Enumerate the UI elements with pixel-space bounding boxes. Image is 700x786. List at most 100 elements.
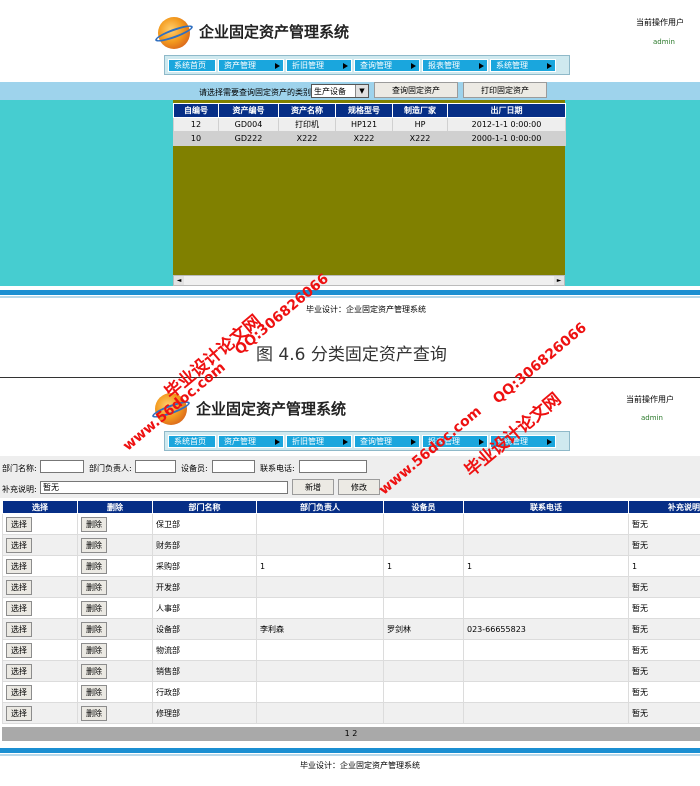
cell: 行政部 (152, 681, 257, 703)
delete-button[interactable]: 删除 (81, 537, 107, 553)
dept-head-input[interactable] (135, 460, 176, 473)
delete-button[interactable]: 删除 (81, 516, 107, 532)
select-button[interactable]: 选择 (6, 621, 32, 637)
cell (463, 660, 629, 682)
chevron-right-icon (275, 62, 280, 69)
nav-query[interactable]: 查询管理 (354, 58, 420, 72)
cell: 10 (173, 131, 219, 146)
footer-bar-light (0, 296, 700, 298)
nav-report[interactable]: 报表管理 (422, 58, 488, 72)
col-header: 资产名称 (278, 103, 336, 118)
select-button[interactable]: 选择 (6, 537, 32, 553)
phone-label: 联系电话: (260, 464, 295, 473)
table-row: 选择 删除 行政部 暂无 (2, 681, 700, 703)
delete-button[interactable]: 删除 (81, 579, 107, 595)
table-row: 10 GD222 X222 X222 X222 2000-1-1 0:00:00 (173, 131, 566, 146)
delete-button[interactable]: 删除 (81, 663, 107, 679)
select-button[interactable]: 选择 (6, 579, 32, 595)
table-row: 12 GD004 打印机 HP121 HP 2012-1-1 0:00:00 (173, 117, 566, 132)
app-title: 企业固定资产管理系统 (196, 400, 347, 418)
nav-asset[interactable]: 资产管理 (218, 58, 284, 72)
print-assets-button[interactable]: 打印固定资产 (463, 82, 547, 98)
dept-head-label: 部门负责人: (89, 464, 132, 473)
select-button[interactable]: 选择 (6, 705, 32, 721)
separator-line (0, 377, 700, 378)
cell (463, 534, 629, 556)
col-header: 部门负责人 (256, 500, 384, 514)
nav-system[interactable]: 系统管理 (490, 58, 556, 72)
cell: 销售部 (152, 660, 257, 682)
nav-asset[interactable]: 资产管理 (218, 434, 284, 448)
cell (256, 681, 384, 703)
cell (383, 534, 464, 556)
table-row: 选择 删除 保卫部 暂无 (2, 513, 700, 535)
cell (256, 660, 384, 682)
delete-button[interactable]: 删除 (81, 705, 107, 721)
watermark-text: 毕业设计论文网 (161, 311, 266, 404)
current-user-label: 当前操作用户 (626, 395, 674, 404)
current-user-label: 当前操作用户 (636, 18, 684, 27)
phone-input[interactable] (299, 460, 367, 473)
footer-bar-light (0, 754, 700, 756)
table-row: 选择 删除 修理部 暂无 (2, 702, 700, 724)
select-button[interactable]: 选择 (6, 600, 32, 616)
col-header: 删除 (77, 500, 153, 514)
modify-button[interactable]: 修改 (338, 479, 380, 495)
delete-button[interactable]: 删除 (81, 600, 107, 616)
nav-query[interactable]: 查询管理 (354, 434, 420, 448)
current-user-name: admin (653, 38, 675, 46)
nav-home[interactable]: 系统首页 (168, 58, 216, 72)
table-row: 选择 删除 财务部 暂无 (2, 534, 700, 556)
delete-button[interactable]: 删除 (81, 684, 107, 700)
col-header: 自编号 (173, 103, 219, 118)
cell (256, 702, 384, 724)
dept-name-input[interactable] (40, 460, 84, 473)
cell: 财务部 (152, 534, 257, 556)
cell: 2000-1-1 0:00:00 (447, 131, 566, 146)
pagination[interactable]: 1 2 (2, 727, 700, 741)
delete-button[interactable]: 删除 (81, 558, 107, 574)
cell (463, 702, 629, 724)
select-button[interactable]: 选择 (6, 663, 32, 679)
cell (463, 639, 629, 661)
col-header: 选择 (2, 500, 78, 514)
cell (383, 660, 464, 682)
chevron-right-icon (547, 62, 552, 69)
nav-home[interactable]: 系统首页 (168, 434, 216, 448)
table-header-row: 自编号 资产编号 资产名称 规格型号 制造厂家 出厂日期 (173, 103, 566, 118)
table-row: 选择 删除 设备部 李利森 罗剑林 023-66655823 暂无 (2, 618, 700, 640)
select-button[interactable]: 选择 (6, 558, 32, 574)
scroll-left-icon[interactable]: ◄ (174, 276, 184, 285)
nav-depreciation[interactable]: 折旧管理 (286, 58, 352, 72)
chevron-right-icon (411, 438, 416, 445)
main-nav: 系统首页 资产管理 折旧管理 查询管理 报表管理 系统管理 (164, 55, 570, 75)
cell: 罗剑林 (383, 618, 464, 640)
scroll-right-icon[interactable]: ► (554, 276, 564, 285)
cell: 暂无 (628, 576, 700, 598)
department-table: 选择 删除 部门名称 部门负责人 设备员 联系电话 补充说明 选择 删除 保卫部… (2, 500, 700, 724)
category-select[interactable]: 生产设备 ▼ (311, 84, 369, 98)
cell: 1 (383, 555, 464, 577)
horizontal-scrollbar[interactable]: ◄ ► (173, 275, 565, 286)
select-button[interactable]: 选择 (6, 684, 32, 700)
dept-name-label: 部门名称: (2, 464, 37, 473)
cell (383, 597, 464, 619)
cell: X222 (392, 131, 448, 146)
select-button[interactable]: 选择 (6, 642, 32, 658)
query-assets-button[interactable]: 查询固定资产 (374, 82, 458, 98)
cell: 采购部 (152, 555, 257, 577)
cell: 物流部 (152, 639, 257, 661)
cell: 李利森 (256, 618, 384, 640)
footer-bar (0, 748, 700, 753)
remark-input[interactable]: 暂无 (40, 481, 288, 494)
add-button[interactable]: 新增 (292, 479, 334, 495)
equipment-staff-input[interactable] (212, 460, 255, 473)
delete-button[interactable]: 删除 (81, 621, 107, 637)
nav-depreciation[interactable]: 折旧管理 (286, 434, 352, 448)
cell: 暂无 (628, 681, 700, 703)
col-header: 出厂日期 (447, 103, 566, 118)
select-button[interactable]: 选择 (6, 516, 32, 532)
category-label: 请选择需要查询固定资产的类别： (199, 88, 319, 97)
cell: 暂无 (628, 702, 700, 724)
delete-button[interactable]: 删除 (81, 642, 107, 658)
